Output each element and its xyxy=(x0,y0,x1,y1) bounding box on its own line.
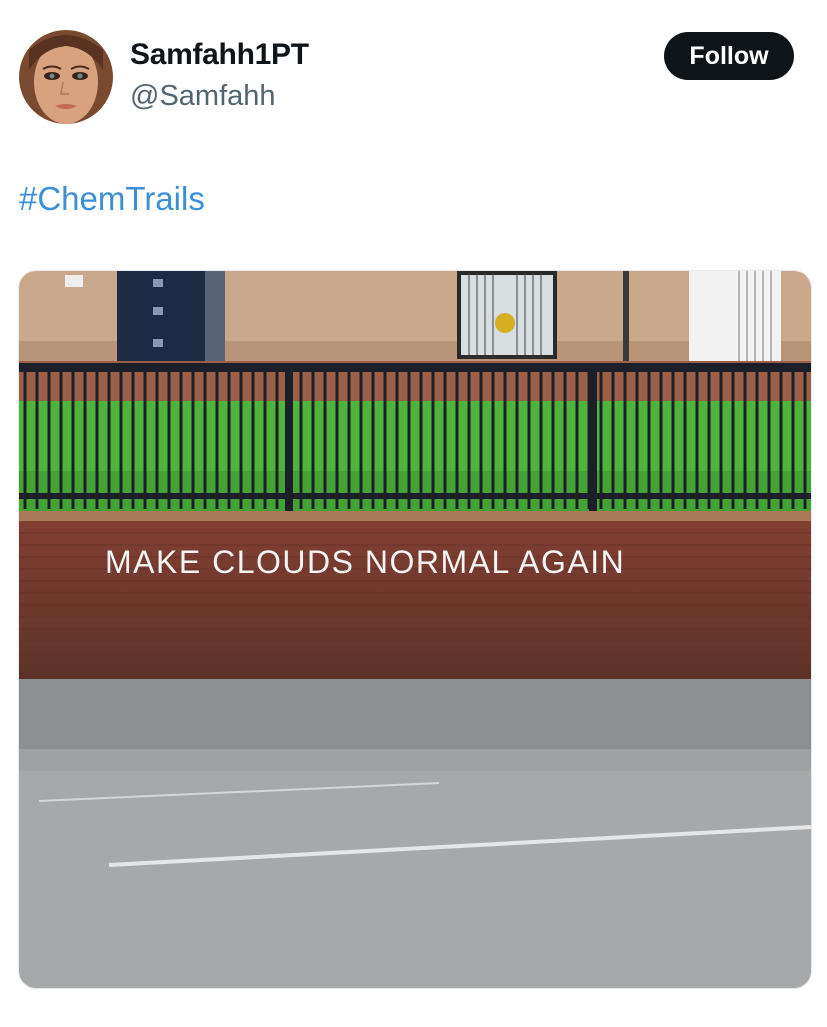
graffiti-text: MAKE CLOUDS NORMAL AGAIN xyxy=(105,544,625,580)
follow-button[interactable]: Follow xyxy=(664,32,794,80)
hashtag-link[interactable]: #ChemTrails xyxy=(19,180,205,218)
profile-photo-icon xyxy=(19,30,113,124)
avatar[interactable] xyxy=(19,30,113,124)
tweet: Samfahh1PT @Samfahh Follow #ChemTrails M… xyxy=(0,0,827,1027)
author-display-name[interactable]: Samfahh1PT xyxy=(130,38,309,72)
graffiti-photo: MAKE CLOUDS NORMAL AGAIN xyxy=(19,271,811,988)
author-handle: @Samfahh xyxy=(130,80,276,112)
tweet-photo[interactable]: MAKE CLOUDS NORMAL AGAIN xyxy=(18,270,812,989)
